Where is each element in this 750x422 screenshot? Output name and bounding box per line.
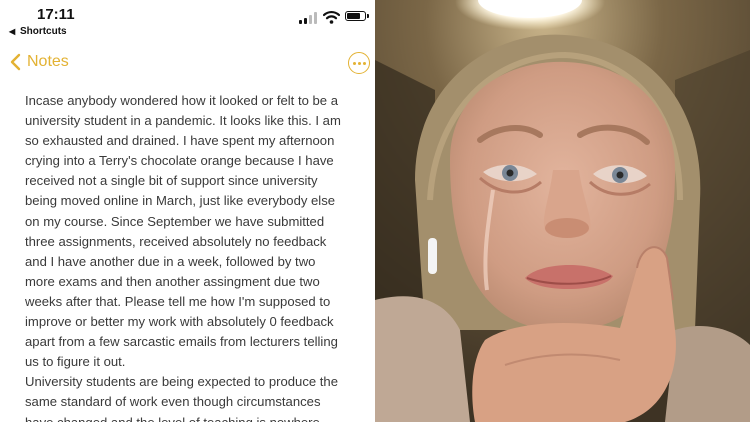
note-text-line: us to figure it out. bbox=[25, 354, 126, 370]
note-text-line: three assignments, received absolutely n… bbox=[25, 233, 327, 249]
note-text-line: being moved online in March, just like e… bbox=[25, 193, 336, 209]
note-text-line: on my course. Since September we have su… bbox=[25, 213, 325, 229]
battery-icon bbox=[345, 11, 369, 21]
nav-bar: Notes bbox=[0, 44, 375, 80]
note-text-line: university student in a pandemic. It loo… bbox=[25, 113, 341, 129]
back-to-shortcuts-link[interactable]: ◀ Shortcuts bbox=[9, 26, 67, 37]
notes-back-label: Notes bbox=[27, 53, 69, 70]
notes-back-button[interactable]: Notes bbox=[10, 50, 69, 74]
note-text-line: crying into a Terry's chocolate orange b… bbox=[25, 153, 334, 169]
back-app-label: Shortcuts bbox=[19, 26, 67, 37]
ellipsis-circle-icon bbox=[352, 61, 356, 65]
photo-illustration bbox=[375, 0, 750, 422]
chevron-left-icon bbox=[10, 53, 21, 71]
note-text-line: same standard of work even though circum… bbox=[25, 394, 321, 410]
status-time: 17:11 bbox=[37, 6, 75, 23]
note-text-line: and I have another due in a week, follow… bbox=[25, 253, 316, 269]
note-text-line: Incase anybody wondered how it looked or… bbox=[25, 93, 338, 108]
note-body[interactable]: Incase anybody wondered how it looked or… bbox=[25, 91, 370, 422]
note-text-line: apart from a few sarcastic emails from l… bbox=[25, 334, 338, 350]
note-text-line: University students are being expected t… bbox=[25, 374, 338, 390]
notes-screenshot: 17:11 ◀ Shortcuts Notes Incase anybody w… bbox=[0, 0, 375, 422]
note-text-line: improve or better my work with absolutel… bbox=[25, 314, 334, 330]
note-text-line: more exams and then another assingment d… bbox=[25, 273, 320, 289]
note-text-line: so exhausted and drained. I have spent m… bbox=[25, 133, 335, 149]
note-text-line: weeks after that. Please tell me how I'm… bbox=[25, 293, 331, 309]
more-options-button[interactable] bbox=[348, 52, 370, 74]
back-triangle-icon: ◀ bbox=[9, 27, 16, 36]
note-text-line: have changed and the level of teaching i… bbox=[25, 414, 320, 422]
status-bar: 17:11 ◀ Shortcuts bbox=[0, 0, 375, 42]
wifi-icon bbox=[322, 10, 341, 24]
cellular-signal-icon bbox=[299, 12, 319, 24]
crying-student-photo bbox=[375, 0, 750, 422]
note-text-line: received not a single bit of support sin… bbox=[25, 173, 318, 189]
